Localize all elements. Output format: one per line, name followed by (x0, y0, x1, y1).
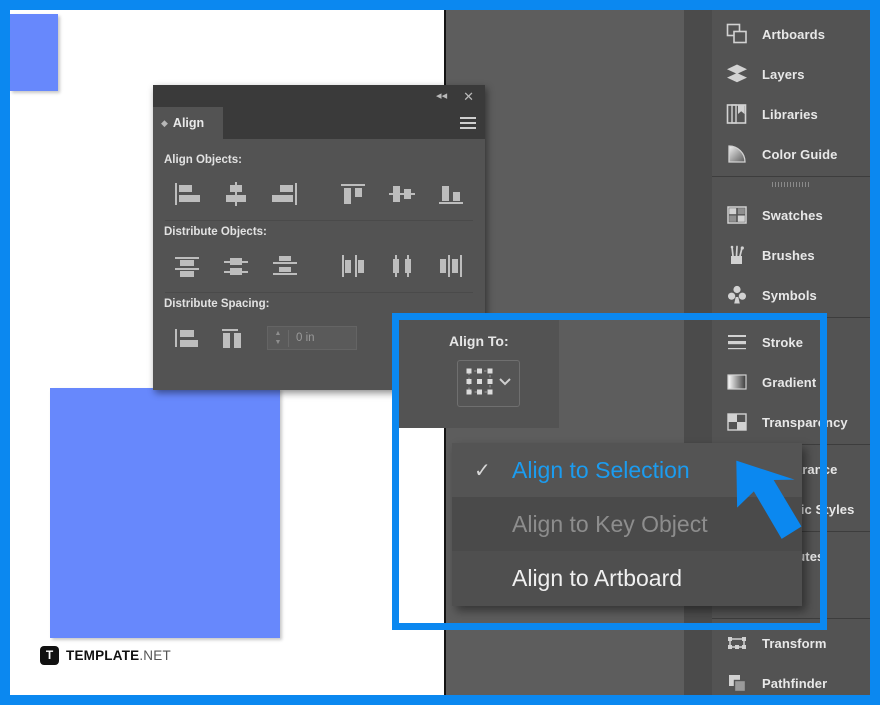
horizontal-align-right-icon[interactable] (261, 181, 310, 207)
horizontal-distribute-center-icon[interactable] (378, 253, 427, 279)
watermark-text: TEMPLATE.NET (66, 648, 171, 663)
divider (165, 220, 473, 221)
horizontal-distribute-right-icon[interactable] (426, 253, 475, 279)
dock-item-label: Libraries (762, 106, 818, 122)
blue-rectangle-large[interactable] (50, 388, 280, 638)
tab-align-label: Align (172, 116, 205, 130)
vertical-align-top-icon[interactable] (329, 181, 378, 207)
vertical-align-center-icon[interactable] (378, 181, 427, 207)
horizontal-distribute-space-icon[interactable] (209, 325, 255, 351)
blue-rectangle-small[interactable] (10, 14, 58, 91)
artboards-icon (726, 23, 748, 45)
align-to-bounding-box-icon (464, 366, 495, 402)
hamburger-menu-icon[interactable] (451, 107, 485, 139)
watermark-name: TEMPLATE (66, 648, 140, 663)
dock-item-symbols[interactable]: Symbols (712, 275, 870, 315)
dock-item-label: Symbols (762, 287, 817, 303)
brushes-icon (726, 244, 748, 266)
dock-item-label: Stroke (762, 334, 804, 350)
collapse-icon[interactable]: ◂◂ (436, 90, 447, 102)
vertical-distribute-top-icon[interactable] (163, 253, 212, 279)
horizontal-align-center-icon[interactable] (212, 181, 261, 207)
dock-item-label: Transform (762, 635, 827, 651)
spacing-stepper[interactable]: ▲ ▼ (268, 330, 288, 346)
align-to-section: Align To: (399, 320, 559, 428)
menu-item-label: Align to Artboard (512, 564, 683, 591)
stroke-icon (726, 331, 748, 353)
tab-align[interactable]: ◆ Align (153, 107, 223, 139)
distribute-spacing-label: Distribute Spacing: (164, 298, 270, 310)
template-net-watermark: T TEMPLATE.NET (40, 646, 171, 665)
divider-2 (165, 292, 473, 293)
dock-item-transform[interactable]: Transform (712, 623, 870, 663)
align-to-dropdown-button[interactable] (457, 360, 520, 407)
color-guide-icon (726, 143, 748, 165)
distribute-objects-label: Distribute Objects: (164, 226, 267, 238)
align-panel-tabbar: ◆ Align (153, 107, 485, 139)
menu-item-align-to-selection[interactable]: ✓ Align to Selection (452, 443, 802, 497)
watermark-suffix: .NET (139, 648, 171, 663)
dock-group: Stroke Gradient Transparency (712, 318, 870, 444)
tabbar-spacer (223, 107, 451, 139)
tab-grip-icon: ◆ (161, 117, 168, 128)
menu-item-label: Align to Key Object (512, 510, 708, 537)
dock-item-pathfinder[interactable]: Pathfinder (712, 663, 870, 703)
dock-item-transparency[interactable]: Transparency (712, 402, 870, 442)
dock-item-layers[interactable]: Layers (712, 54, 870, 94)
vertical-distribute-space-icon[interactable] (163, 325, 209, 351)
dock-group: Artboards Layers Libraries Color Guide (712, 10, 870, 176)
horizontal-distribute-left-icon[interactable] (329, 253, 378, 279)
pathfinder-icon (726, 672, 748, 694)
gradient-icon (726, 371, 748, 393)
align-objects-label: Align Objects: (164, 154, 242, 166)
dock-item-label: Artboards (762, 26, 826, 42)
align-panel-titlebar: ◂◂ ✕ (153, 85, 485, 107)
dock-item-label: Layers (762, 66, 805, 82)
close-icon[interactable]: ✕ (463, 90, 474, 103)
menu-item-label: Align to Selection (512, 456, 690, 483)
dock-grip-handle[interactable] (712, 177, 870, 191)
dock-item-label: Brushes (762, 247, 815, 263)
layers-icon (726, 63, 748, 85)
align-to-dropdown-menu: ✓ Align to Selection Align to Key Object Al… (452, 443, 802, 606)
transparency-icon (726, 411, 748, 433)
distribute-objects-buttons (163, 247, 475, 285)
spacing-input[interactable]: ▲ ▼ 0 in (267, 326, 357, 350)
dock-item-color-guide[interactable]: Color Guide (712, 134, 870, 174)
vertical-distribute-center-icon[interactable] (212, 253, 261, 279)
dock-item-label: Swatches (762, 207, 823, 223)
vertical-distribute-bottom-icon[interactable] (261, 253, 310, 279)
swatches-icon (726, 204, 748, 226)
align-to-label: Align To: (449, 333, 509, 349)
dock-item-libraries[interactable]: Libraries (712, 94, 870, 134)
dock-item-artboards[interactable]: Artboards (712, 14, 870, 54)
dock-item-gradient[interactable]: Gradient (712, 362, 870, 402)
dock-item-stroke[interactable]: Stroke (712, 322, 870, 362)
dock-group: Transform Pathfinder (712, 619, 870, 705)
template-badge-icon: T (40, 646, 59, 665)
dock-item-label: Color Guide (762, 146, 838, 162)
vertical-align-bottom-icon[interactable] (426, 181, 475, 207)
dock-item-label: Transparency (762, 414, 848, 430)
dock-item-brushes[interactable]: Brushes (712, 235, 870, 275)
libraries-icon (726, 103, 748, 125)
spacing-value[interactable]: 0 in (289, 332, 356, 344)
dock-item-label: Pathfinder (762, 675, 828, 691)
transform-icon (726, 632, 748, 654)
chevron-down-icon (497, 373, 513, 394)
dock-item-label: Gradient (762, 374, 817, 390)
check-icon: ✓ (474, 459, 491, 482)
menu-item-align-to-artboard[interactable]: Align to Artboard (452, 551, 802, 605)
illustrator-screenshot: Artboards Layers Libraries Color Guide Swatc… (0, 0, 880, 705)
dock-group: Swatches Brushes Symbols (712, 191, 870, 317)
symbols-icon (726, 284, 748, 306)
menu-item-align-to-key-object: Align to Key Object (452, 497, 802, 551)
align-objects-buttons (163, 175, 475, 213)
dock-item-swatches[interactable]: Swatches (712, 195, 870, 235)
horizontal-align-left-icon[interactable] (163, 181, 212, 207)
